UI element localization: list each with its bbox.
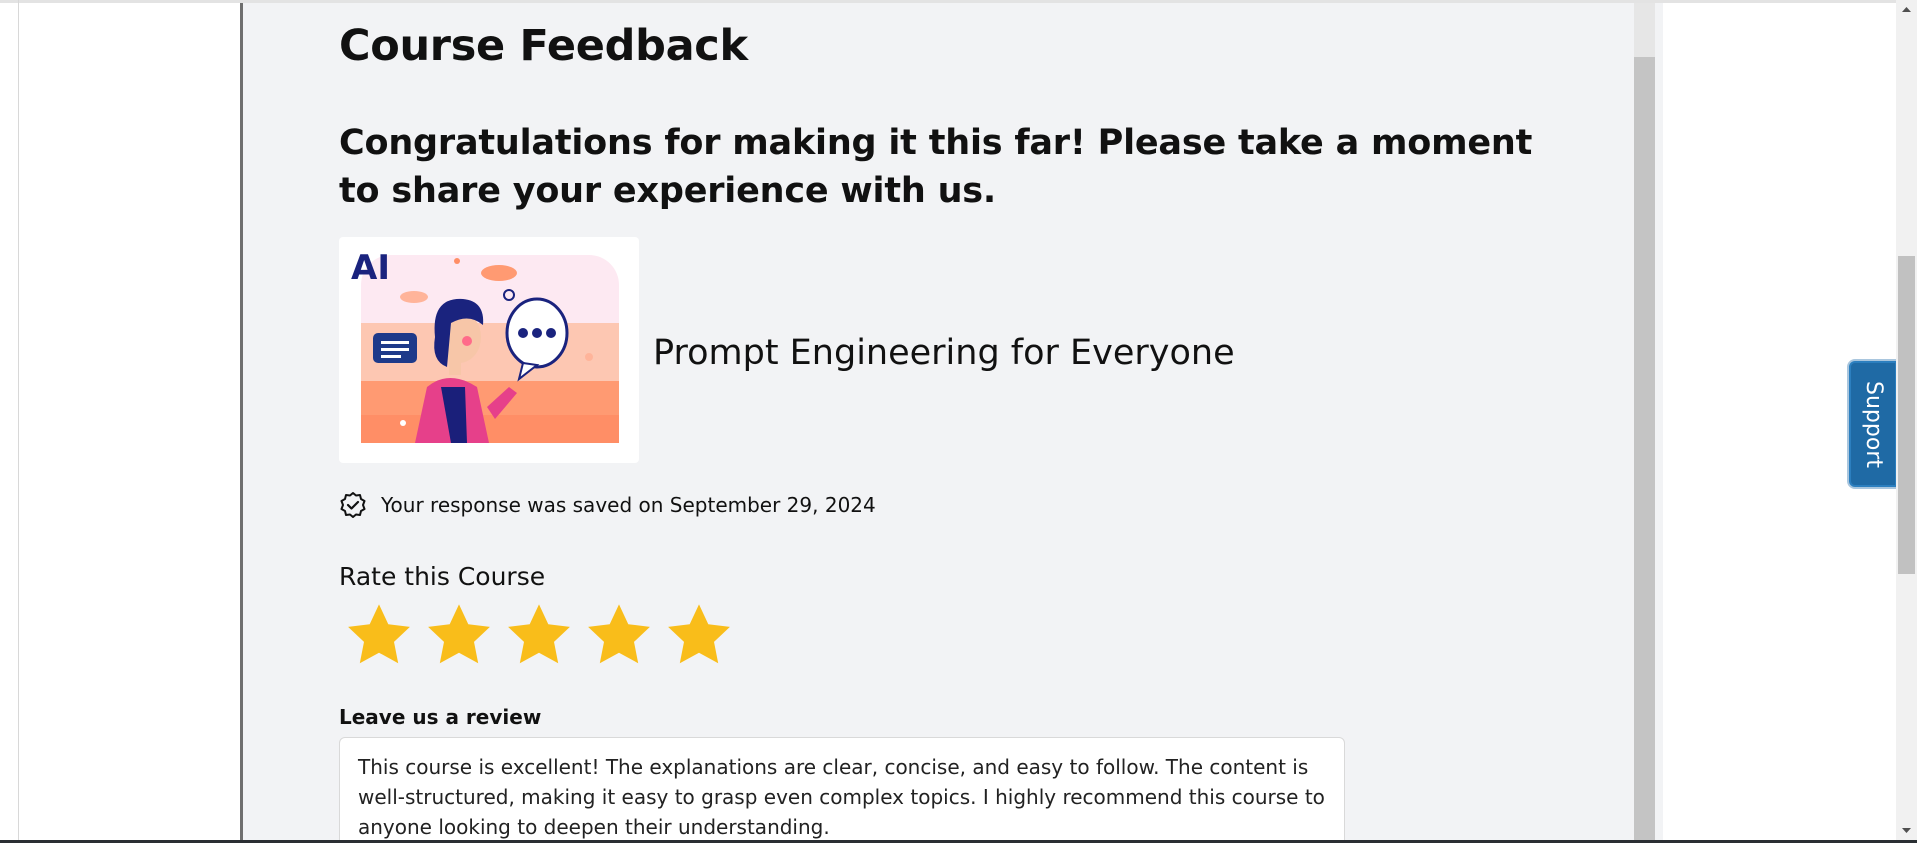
congrats-heading: Congratulations for making it this far! … (339, 123, 1533, 211)
review-label: Leave us a review (339, 705, 542, 729)
left-divider (18, 0, 19, 843)
feedback-panel: Course Feedback Congratulations for maki… (240, 3, 1663, 843)
star-icon-1[interactable] (343, 599, 415, 671)
support-button[interactable]: Support (1849, 361, 1897, 487)
ai-label: AI (351, 248, 390, 288)
saved-text: Your response was saved on September 29,… (381, 493, 876, 517)
saved-status: Your response was saved on September 29,… (339, 491, 876, 519)
support-label: Support (1860, 380, 1886, 468)
course-thumbnail: AI (339, 237, 639, 463)
star-icon-4[interactable] (583, 599, 655, 671)
star-rating[interactable] (343, 599, 735, 671)
rate-label: Rate this Course (339, 562, 546, 591)
page-scrollbar-thumb[interactable] (1898, 256, 1915, 574)
panel-scrollbar-track[interactable] (1634, 3, 1655, 57)
panel-scrollbar-thumb[interactable] (1634, 57, 1655, 843)
page-title: Course Feedback (339, 21, 748, 71)
scroll-up-arrow-icon[interactable] (1896, 0, 1917, 20)
scroll-down-arrow-icon[interactable] (1896, 820, 1917, 840)
course-title: Prompt Engineering for Everyone (653, 333, 1235, 373)
review-textarea[interactable]: This course is excellent! The explanatio… (339, 737, 1345, 843)
star-icon-5[interactable] (663, 599, 735, 671)
star-icon-3[interactable] (503, 599, 575, 671)
check-badge-icon (340, 492, 366, 518)
star-icon-2[interactable] (423, 599, 495, 671)
course-illustration: AI (351, 248, 619, 443)
